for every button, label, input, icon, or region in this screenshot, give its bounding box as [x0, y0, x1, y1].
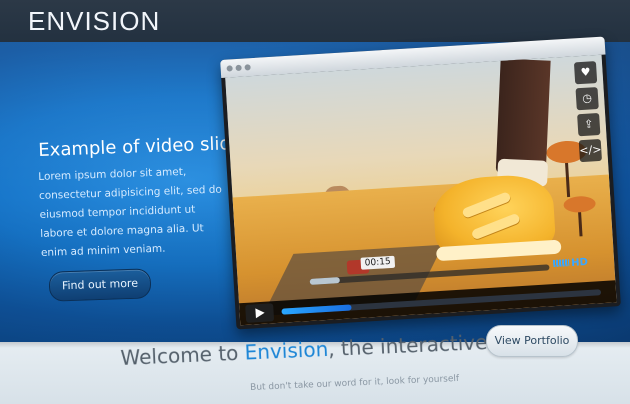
progress-fill: [281, 304, 352, 315]
welcome-prefix: Welcome to: [120, 340, 239, 370]
heart-icon[interactable]: ♥: [573, 61, 598, 85]
current-time-tooltip: 00:15: [360, 255, 396, 270]
share-icon[interactable]: ⇪: [577, 112, 601, 137]
welcome-brand: Envision: [244, 336, 329, 365]
slide-description: Lorem ipsum dolor sit amet, consectetur …: [38, 165, 223, 259]
clock-icon[interactable]: ◷: [575, 87, 599, 111]
video-player-window: ♥ ◷ ⇪ </> 00:15 HD: [220, 36, 621, 330]
window-dot-icon: [226, 65, 233, 72]
window-dot-icon: [235, 64, 242, 72]
window-dot-icon: [244, 64, 251, 71]
volume-icon[interactable]: [552, 259, 570, 268]
video-frame[interactable]: ♥ ◷ ⇪ </> 00:15 HD: [225, 54, 617, 326]
find-out-more-button[interactable]: Find out more: [48, 268, 152, 302]
play-button[interactable]: [245, 303, 275, 323]
top-bar: ENVISION: [0, 0, 630, 42]
logo[interactable]: ENVISION: [28, 6, 160, 37]
view-portfolio-button[interactable]: View Portfolio: [486, 325, 578, 357]
code-icon[interactable]: </>: [578, 138, 602, 163]
hd-toggle[interactable]: HD: [571, 257, 588, 269]
